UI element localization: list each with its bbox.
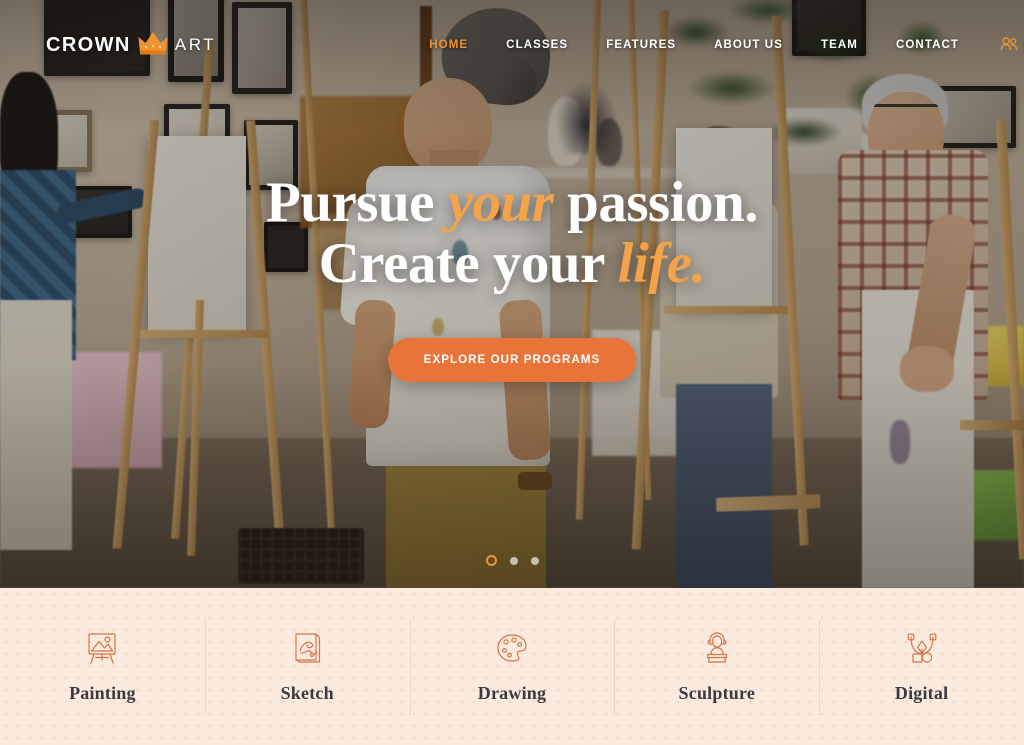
header-actions: LOGIN REGISTER: [1000, 30, 1024, 60]
category-label: Painting: [69, 683, 136, 703]
carousel-dot-1[interactable]: [485, 555, 497, 566]
bust-statue-icon: [698, 629, 736, 667]
hero-title-text: passion.: [553, 171, 759, 235]
carousel-dot-2[interactable]: [509, 556, 518, 565]
hero-title-accent: your: [447, 171, 554, 235]
hero-title-period: .: [691, 232, 706, 295]
category-drawing[interactable]: Drawing: [409, 617, 615, 717]
category-label: Digital: [894, 683, 949, 703]
hero-title-accent: life: [617, 232, 692, 295]
category-label: Sketch: [280, 683, 334, 703]
category-painting[interactable]: Painting: [0, 617, 205, 717]
users-icon: [1000, 36, 1018, 54]
paint-palette-icon: [493, 629, 531, 667]
hero-section: CROWN ART HOME CLASSES FEATURES ABOUT US…: [0, 0, 1024, 588]
hero-title-text: Create your: [318, 232, 618, 295]
category-sculpture[interactable]: Sculpture: [614, 617, 819, 717]
nav-item-classes[interactable]: CLASSES: [487, 39, 587, 51]
site-logo[interactable]: CROWN ART: [46, 30, 216, 61]
easel-canvas-icon: [83, 629, 121, 667]
hero-title-line-1: Pursue your passion.: [265, 171, 759, 235]
category-label: Drawing: [477, 683, 547, 703]
carousel-dots: [0, 555, 1024, 566]
crown-icon: [138, 30, 168, 61]
category-digital[interactable]: Digital: [819, 617, 1024, 717]
site-header: CROWN ART HOME CLASSES FEATURES ABOUT US…: [0, 0, 1024, 90]
hero-title: Pursue your passion. Create your life.: [265, 171, 759, 295]
logo-text-crown: CROWN: [46, 33, 131, 56]
hand-sketching-icon: [288, 629, 326, 667]
carousel-dot-3[interactable]: [530, 556, 539, 565]
nav-item-features[interactable]: FEATURES: [587, 39, 695, 51]
hero-title-text: Pursue: [265, 171, 448, 235]
nav-item-home[interactable]: HOME: [410, 39, 487, 51]
login-link[interactable]: LOGIN: [1000, 36, 1024, 54]
nav-item-contact[interactable]: CONTACT: [877, 39, 978, 51]
explore-programs-button[interactable]: EXPLORE OUR PROGRAMS: [387, 337, 637, 382]
category-label: Sculpture: [678, 683, 756, 703]
nav-item-about-us[interactable]: ABOUT US: [695, 39, 802, 51]
nav-item-team[interactable]: TEAM: [802, 39, 877, 51]
logo-text-art: ART: [174, 35, 217, 54]
category-bar: Painting Sketch Drawing Sculpture Digita…: [0, 588, 1024, 745]
category-sketch[interactable]: Sketch: [204, 617, 410, 717]
hero-title-line-2: Create your life.: [319, 232, 706, 295]
main-navigation: HOME CLASSES FEATURES ABOUT US TEAM CONT…: [410, 39, 978, 51]
pen-tool-icon: [903, 629, 941, 667]
